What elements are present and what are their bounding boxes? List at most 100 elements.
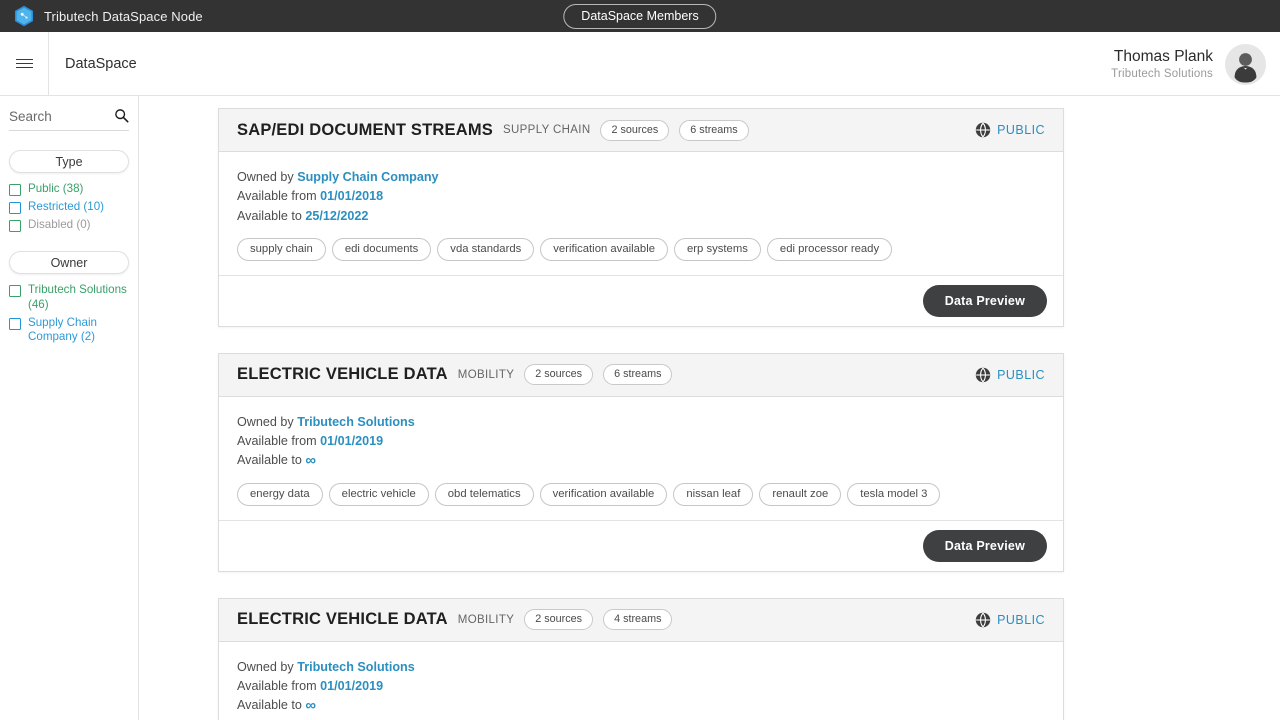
- visibility-badge[interactable]: PUBLIC: [975, 367, 1045, 383]
- card-from-line: Available from 01/01/2019: [237, 432, 1045, 450]
- owner-value[interactable]: Tributech Solutions: [297, 415, 415, 429]
- card-header: ELECTRIC VEHICLE DATA MOBILITY 2 sources…: [219, 353, 1063, 397]
- visibility-badge[interactable]: PUBLIC: [975, 612, 1045, 628]
- data-preview-button[interactable]: Data Preview: [922, 529, 1047, 562]
- filter-option-restricted[interactable]: Restricted (10): [9, 200, 129, 215]
- app-topbar: Tributech DataSpace Node DataSpace Membe…: [0, 0, 1280, 32]
- tag: energy data: [237, 482, 323, 506]
- tag: nissan leaf: [673, 482, 754, 506]
- dataspace-card-list: SAP/EDI DOCUMENT STREAMS SUPPLY CHAIN 2 …: [218, 108, 1064, 720]
- from-value: 01/01/2019: [320, 434, 384, 448]
- tag: electric vehicle: [328, 482, 429, 506]
- search-input[interactable]: [9, 109, 97, 124]
- filter-option-disabled[interactable]: Disabled (0): [9, 218, 129, 233]
- globe-icon: [975, 367, 991, 382]
- tag: supply chain: [237, 237, 326, 261]
- card-title: ELECTRIC VEHICLE DATA: [237, 610, 448, 628]
- tag: edi documents: [331, 237, 432, 261]
- filter-group-type[interactable]: Type: [9, 150, 129, 173]
- card-sources-chip: 2 sources: [524, 364, 594, 386]
- search-row: [9, 108, 129, 131]
- breadcrumb[interactable]: DataSpace: [65, 56, 137, 72]
- filter-list-owner: Tributech Solutions (46) Supply Chain Co…: [9, 283, 129, 344]
- filter-group-owner[interactable]: Owner: [9, 251, 129, 275]
- card-owner-line: Owned by Tributech Solutions: [237, 413, 1045, 431]
- checkbox-icon[interactable]: [9, 184, 21, 196]
- to-value: ∞: [305, 697, 317, 714]
- owner-value[interactable]: Supply Chain Company: [297, 170, 438, 184]
- tag: tesla model 3: [847, 482, 941, 506]
- from-value: 01/01/2018: [320, 189, 384, 204]
- user-text: Thomas Plank Tributech Solutions: [1111, 47, 1213, 81]
- owner-value[interactable]: Tributech Solutions: [297, 660, 415, 674]
- dataspace-members-button[interactable]: DataSpace Members: [563, 3, 717, 29]
- app-title: Tributech DataSpace Node: [44, 8, 203, 24]
- owner-prefix: Owned by: [237, 659, 294, 674]
- tag: erp systems: [674, 237, 761, 261]
- card-category: SUPPLY CHAIN: [502, 124, 591, 136]
- user-menu[interactable]: Thomas Plank Tributech Solutions: [1111, 32, 1266, 96]
- burger-line: [15, 66, 33, 69]
- filter-option-public[interactable]: Public (38): [9, 182, 129, 196]
- to-value: 25/12/2022: [305, 208, 369, 223]
- card-owner-line: Owned by Tributech Solutions: [237, 658, 1045, 676]
- filter-list-type: Public (38) Restricted (10) Disabled (0): [9, 182, 129, 233]
- filter-option-label: Disabled (0): [28, 218, 91, 232]
- card-body: Owned by Supply Chain Company Available …: [219, 152, 1063, 275]
- from-prefix: Available from: [237, 189, 317, 204]
- card-to-line: Available to ∞: [237, 451, 1045, 469]
- dataspace-card: ELECTRIC VEHICLE DATA MOBILITY 2 sources…: [218, 597, 1064, 720]
- to-prefix: Available to: [237, 208, 302, 223]
- card-streams-chip: 6 streams: [603, 364, 673, 386]
- owner-prefix: Owned by: [237, 414, 294, 429]
- owner-prefix: Owned by: [237, 170, 294, 184]
- card-header: ELECTRIC VEHICLE DATA MOBILITY 2 sources…: [219, 598, 1063, 642]
- visibility-label: PUBLIC: [997, 367, 1045, 382]
- avatar[interactable]: [1225, 43, 1266, 85]
- filter-sidebar: Type Public (38) Restricted (10) Disable…: [0, 96, 139, 720]
- body-row: Type Public (38) Restricted (10) Disable…: [0, 96, 1280, 720]
- burger-line: [15, 58, 33, 61]
- card-title: SAP/EDI DOCUMENT STREAMS: [237, 120, 493, 139]
- checkbox-icon[interactable]: [9, 220, 21, 233]
- data-preview-button[interactable]: Data Preview: [922, 284, 1047, 317]
- card-streams-chip: 4 streams: [603, 609, 673, 630]
- tag: edi processor ready: [766, 237, 893, 261]
- user-organization: Tributech Solutions: [1111, 67, 1213, 80]
- visibility-label: PUBLIC: [997, 612, 1045, 627]
- checkbox-icon[interactable]: [9, 285, 21, 298]
- filter-option-tributech-solutions[interactable]: Tributech Solutions (46): [9, 283, 129, 311]
- to-prefix: Available to: [237, 453, 302, 468]
- to-value: ∞: [305, 452, 317, 470]
- checkbox-icon[interactable]: [9, 202, 21, 215]
- checkbox-icon[interactable]: [9, 317, 21, 330]
- filter-option-supply-chain-company[interactable]: Supply Chain Company (2): [9, 316, 129, 344]
- card-streams-chip: 6 streams: [679, 119, 749, 141]
- from-value: 01/01/2019: [320, 678, 384, 693]
- card-footer: Data Preview: [219, 519, 1063, 571]
- card-body: Owned by Tributech Solutions Available f…: [219, 397, 1063, 520]
- tag: renault zoe: [759, 482, 842, 506]
- visibility-badge[interactable]: PUBLIC: [975, 122, 1045, 138]
- card-tag-list: energy data electric vehicle obd telemat…: [237, 482, 1045, 506]
- user-avatar-icon: [1225, 43, 1266, 85]
- card-sources-chip: 2 sources: [600, 119, 670, 141]
- search-icon[interactable]: [114, 108, 129, 123]
- filter-option-label: Public (38): [28, 182, 84, 195]
- hexagon-logo-icon: [15, 5, 33, 27]
- tag: vda standards: [437, 237, 535, 261]
- card-to-line: Available to 25/12/2022: [237, 207, 1045, 225]
- card-category: MOBILITY: [457, 368, 515, 381]
- card-tag-list: supply chain edi documents vda standards…: [237, 237, 1045, 261]
- visibility-label: PUBLIC: [997, 123, 1045, 137]
- hamburger-menu-icon[interactable]: [0, 31, 49, 96]
- card-title: ELECTRIC VEHICLE DATA: [237, 365, 448, 384]
- user-name: Thomas Plank: [1113, 48, 1213, 66]
- card-sources-chip: 2 sources: [524, 609, 594, 630]
- from-prefix: Available from: [237, 434, 317, 448]
- tag: verification available: [539, 482, 668, 506]
- burger-line: [15, 62, 33, 65]
- card-owner-line: Owned by Supply Chain Company: [237, 168, 1045, 186]
- from-prefix: Available from: [237, 678, 317, 693]
- card-footer: Data Preview: [219, 274, 1063, 326]
